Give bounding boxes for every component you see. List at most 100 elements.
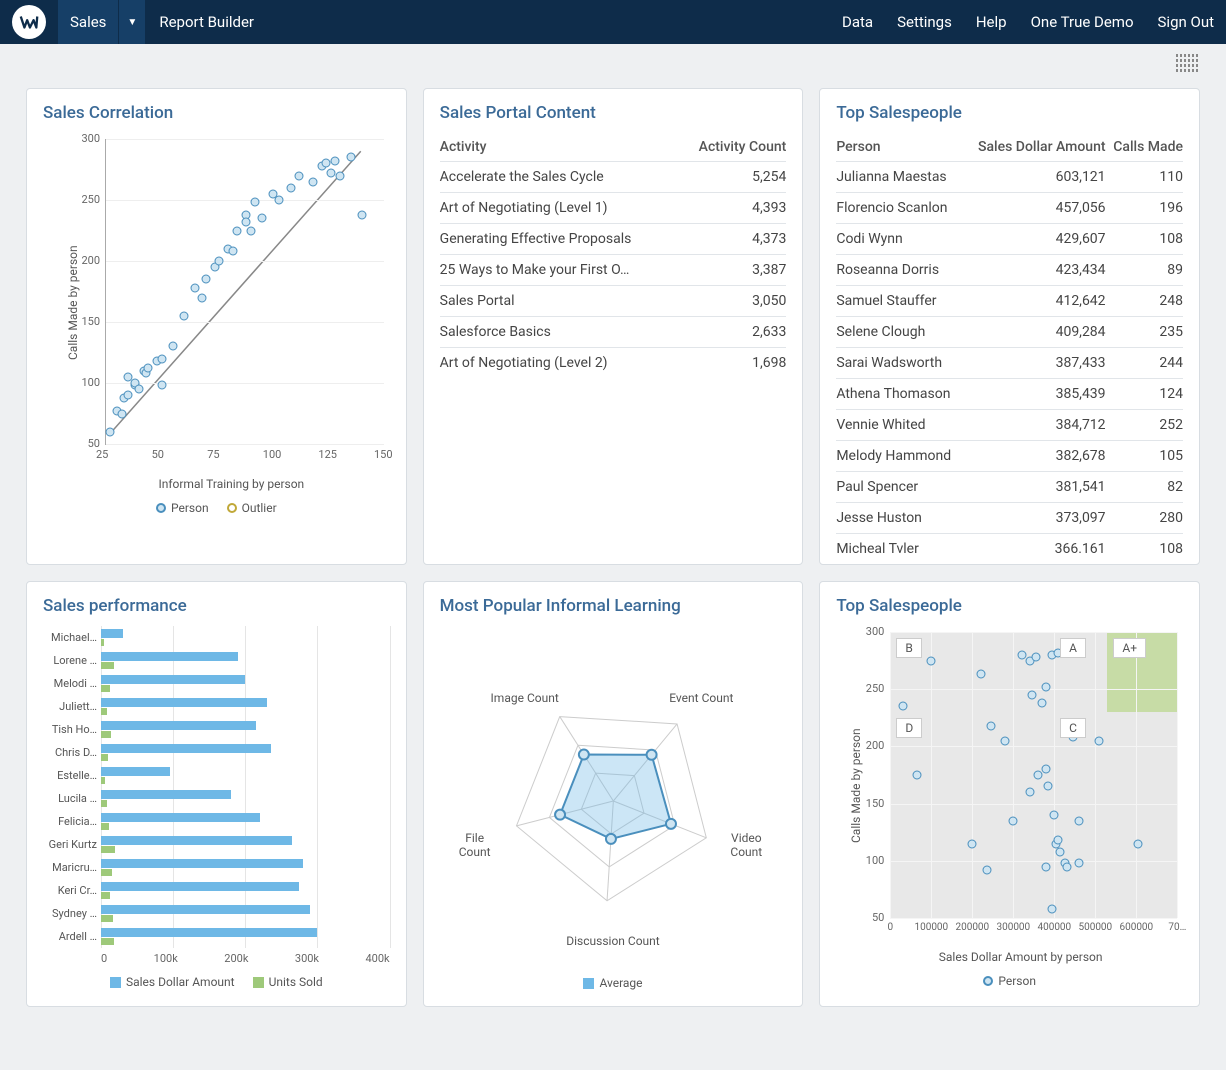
bar-row[interactable]: Lorene … xyxy=(43,649,390,672)
table-row[interactable]: Salesforce Basics2,633 xyxy=(440,317,787,348)
bar-row[interactable]: Estelle… xyxy=(43,764,390,787)
data-point[interactable] xyxy=(157,354,166,363)
data-point[interactable] xyxy=(233,226,242,235)
data-point[interactable] xyxy=(982,865,991,874)
data-point[interactable] xyxy=(157,381,166,390)
data-point[interactable] xyxy=(295,171,304,180)
data-point[interactable] xyxy=(898,702,907,711)
sales-correlation-chart[interactable]: 50100150200250300255075100125150 Calls M… xyxy=(73,133,390,473)
nav-help[interactable]: Help xyxy=(964,13,1019,31)
data-point[interactable] xyxy=(986,721,995,730)
table-row[interactable]: Athena Thomason385,439124 xyxy=(836,379,1183,410)
sales-performance-chart[interactable]: Michael… Lorene … Melodi … Juliett… xyxy=(43,626,390,948)
data-point[interactable] xyxy=(1038,698,1047,707)
bar-row[interactable]: Geri Kurtz xyxy=(43,833,390,856)
data-point[interactable] xyxy=(117,409,126,418)
table-row[interactable]: Julianna Maestas603,121110 xyxy=(836,162,1183,193)
data-point[interactable] xyxy=(1095,736,1104,745)
data-point[interactable] xyxy=(197,293,206,302)
bar-row[interactable]: Felicia… xyxy=(43,810,390,833)
data-point[interactable] xyxy=(976,670,985,679)
table-row[interactable]: Jesse Huston373,097280 xyxy=(836,503,1183,534)
data-point[interactable] xyxy=(1027,690,1036,699)
data-point[interactable] xyxy=(228,247,237,256)
data-point[interactable] xyxy=(286,183,295,192)
table-row[interactable]: Paul Spencer381,54182 xyxy=(836,472,1183,503)
data-point[interactable] xyxy=(357,210,366,219)
data-point[interactable] xyxy=(1009,816,1018,825)
data-point[interactable] xyxy=(1050,811,1059,820)
top-salespeople-scatter[interactable]: 5010015020025030001000002000003000004000… xyxy=(858,626,1183,946)
data-point[interactable] xyxy=(322,159,331,168)
data-point[interactable] xyxy=(1134,839,1143,848)
data-point[interactable] xyxy=(1056,847,1065,856)
table-row[interactable]: Codi Wynn429,607108 xyxy=(836,224,1183,255)
data-point[interactable] xyxy=(1033,771,1042,780)
bar-row[interactable]: Ardell … xyxy=(43,925,390,948)
table-row[interactable]: Art of Negotiating (Level 2)1,698 xyxy=(440,348,787,379)
table-row[interactable]: 25 Ways to Make your First O…3,387 xyxy=(440,255,787,286)
table-row[interactable]: Roseanna Dorris423,43489 xyxy=(836,255,1183,286)
data-point[interactable] xyxy=(1074,859,1083,868)
bar-row[interactable]: Tish Ho… xyxy=(43,718,390,741)
data-point[interactable] xyxy=(1042,765,1051,774)
data-point[interactable] xyxy=(135,385,144,394)
table-row[interactable]: Accelerate the Sales Cycle5,254 xyxy=(440,162,787,193)
data-point[interactable] xyxy=(124,391,133,400)
data-point[interactable] xyxy=(1048,904,1057,913)
data-point[interactable] xyxy=(912,771,921,780)
data-point[interactable] xyxy=(1054,836,1063,845)
data-point[interactable] xyxy=(215,257,224,266)
data-point[interactable] xyxy=(144,364,153,373)
app-logo[interactable] xyxy=(12,5,46,39)
table-row[interactable]: Melody Hammond382,678105 xyxy=(836,441,1183,472)
data-point[interactable] xyxy=(1042,862,1051,871)
data-point[interactable] xyxy=(1044,782,1053,791)
table-row[interactable]: Samuel Stauffer412,642248 xyxy=(836,286,1183,317)
data-point[interactable] xyxy=(246,226,255,235)
data-point[interactable] xyxy=(968,839,977,848)
data-point[interactable] xyxy=(179,311,188,320)
data-point[interactable] xyxy=(1025,788,1034,797)
table-row[interactable]: Generating Effective Proposals4,373 xyxy=(440,224,787,255)
data-point[interactable] xyxy=(326,169,335,178)
data-point[interactable] xyxy=(106,427,115,436)
data-point[interactable] xyxy=(1062,862,1071,871)
bar-row[interactable]: Lucila … xyxy=(43,787,390,810)
bar-row[interactable]: Juliett… xyxy=(43,695,390,718)
data-point[interactable] xyxy=(1031,653,1040,662)
data-point[interactable] xyxy=(346,153,355,162)
table-row[interactable]: Selene Clough409,284235 xyxy=(836,317,1183,348)
bar-row[interactable]: Melodi … xyxy=(43,672,390,695)
table-row[interactable]: Sales Portal3,050 xyxy=(440,286,787,317)
grid-options-icon[interactable] xyxy=(1176,54,1198,72)
nav-settings[interactable]: Settings xyxy=(885,13,964,31)
bar-row[interactable]: Chris D… xyxy=(43,741,390,764)
data-point[interactable] xyxy=(1001,736,1010,745)
data-point[interactable] xyxy=(257,214,266,223)
data-point[interactable] xyxy=(331,156,340,165)
bar-row[interactable]: Keri Cr… xyxy=(43,879,390,902)
data-point[interactable] xyxy=(202,275,211,284)
table-row[interactable]: Florencio Scanlon457,056196 xyxy=(836,193,1183,224)
bar-row[interactable]: Maricru… xyxy=(43,856,390,879)
nav-data[interactable]: Data xyxy=(830,13,885,31)
data-point[interactable] xyxy=(927,656,936,665)
data-point[interactable] xyxy=(168,342,177,351)
data-point[interactable] xyxy=(190,283,199,292)
table-row[interactable]: Micheal Tvler366.161108 xyxy=(836,534,1183,565)
informal-learning-radar[interactable]: Image Count Event Count Video Count Disc… xyxy=(440,626,787,966)
bar-row[interactable]: Michael… xyxy=(43,626,390,649)
table-row[interactable]: Art of Negotiating (Level 1)4,393 xyxy=(440,193,787,224)
table-row[interactable]: Vennie Whited384,712252 xyxy=(836,410,1183,441)
data-point[interactable] xyxy=(251,198,260,207)
data-point[interactable] xyxy=(1042,682,1051,691)
nav-report-builder[interactable]: Report Builder xyxy=(145,13,268,31)
data-point[interactable] xyxy=(275,196,284,205)
data-point[interactable] xyxy=(335,171,344,180)
bar-row[interactable]: Sydney … xyxy=(43,902,390,925)
data-point[interactable] xyxy=(308,177,317,186)
nav-demo[interactable]: One True Demo xyxy=(1019,13,1146,31)
table-row[interactable]: Sarai Wadsworth387,433244 xyxy=(836,348,1183,379)
nav-signout[interactable]: Sign Out xyxy=(1146,13,1226,31)
